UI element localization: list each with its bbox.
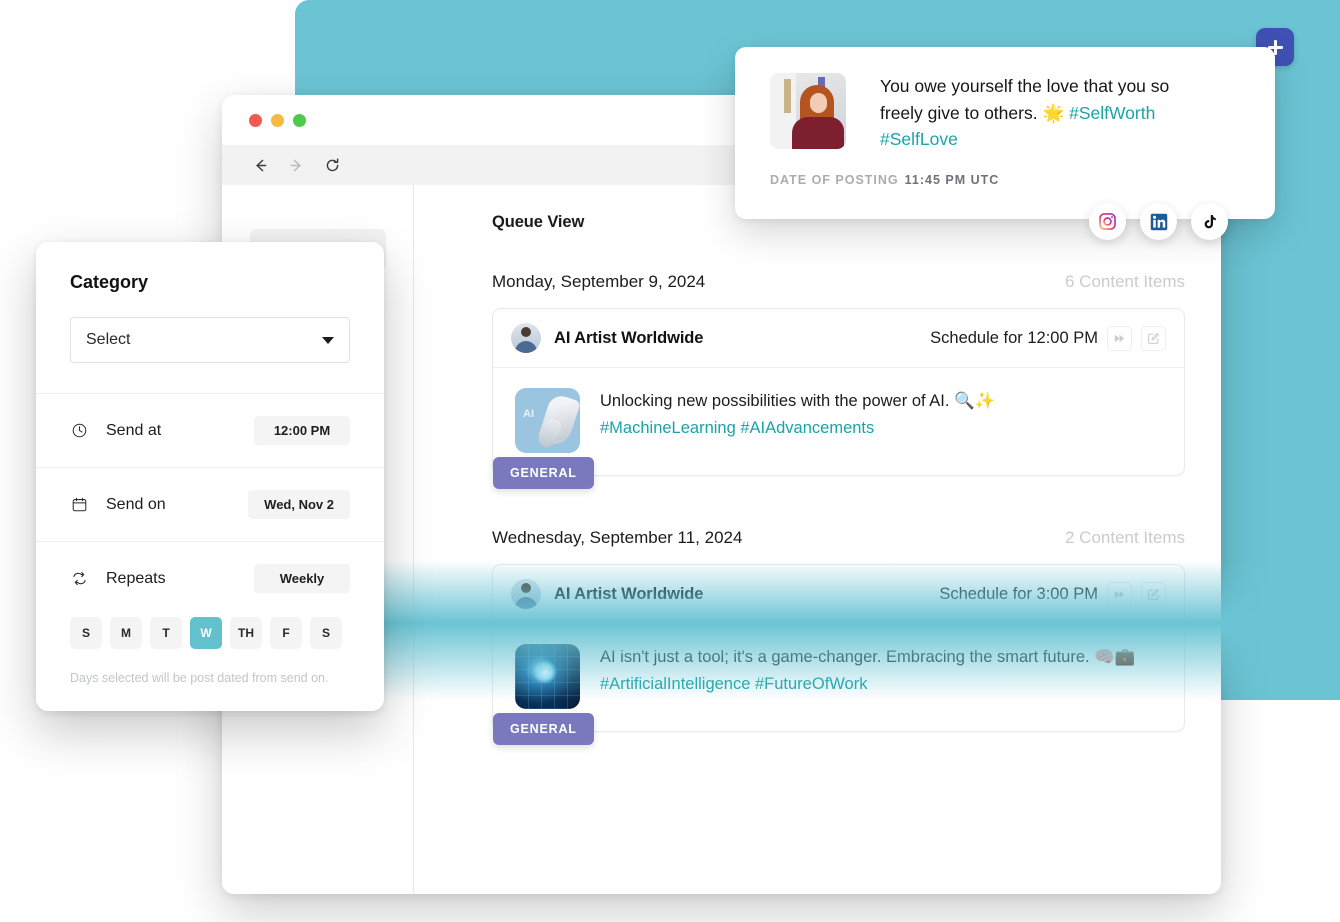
arrow-left-icon [255,159,266,171]
post-hashtags: #ArtificialIntelligence #FutureOfWork [600,674,868,693]
linkedin-button[interactable] [1140,203,1177,240]
post-hashtags: #MachineLearning #AIAdvancements [600,418,875,437]
fast-forward-icon [1114,590,1125,598]
send-on-value[interactable]: Wed, Nov 2 [248,490,350,519]
post-card[interactable]: AI Artist Worldwide Schedule for 3:00 PM [492,564,1185,745]
notification-line-2: freely give to others. 🌟 [880,102,1070,123]
post-body: AI Unlocking new possibilities with the … [493,368,1184,475]
chevron-down-icon [322,336,334,344]
reload-icon [326,157,338,171]
weekday-hint: Days selected will be post dated from se… [70,671,329,685]
back-button[interactable] [250,155,270,175]
repeats-section: Repeats Weekly S M T W TH F S Days selec… [36,542,384,711]
send-at-value[interactable]: 12:00 PM [254,416,350,445]
post-schedule-label: Schedule for 12:00 PM [930,328,1098,347]
notification-meta: DATE OF POSTING 11:45 PM UTC [770,173,1245,187]
category-select-value: Select [86,331,131,348]
post-card[interactable]: AI Artist Worldwide Schedule for 12:00 P… [492,308,1185,489]
fast-forward-icon [1114,334,1125,342]
clock-icon [70,422,88,440]
post-author: AI Artist Worldwide [554,328,704,347]
notification-meta-value: 11:45 PM UTC [904,172,1000,187]
weekday-mon[interactable]: M [110,617,142,649]
status-badge: GENERAL [493,457,594,489]
maximize-window-button[interactable] [293,113,306,127]
tiktok-icon [1204,214,1216,228]
close-window-button[interactable] [249,113,262,127]
weekday-selector: S M T W TH F S [70,617,350,649]
post-schedule-label: Schedule for 3:00 PM [939,584,1098,603]
post-header: AI Artist Worldwide Schedule for 12:00 P… [493,309,1184,368]
skip-button[interactable] [1107,325,1132,351]
edit-square-icon [1148,588,1159,600]
forward-button[interactable] [286,155,306,175]
post-body: AI isn't just a tool; it's a game-change… [493,624,1184,731]
day-header: Monday, September 9, 2024 6 Content Item… [492,272,1185,292]
category-section: Category Select [36,242,384,394]
repeat-icon [70,570,88,588]
post-thumbnail [515,644,580,709]
notification-text: You owe yourself the love that you so fr… [880,73,1169,153]
category-card: Category Select Send at 12:00 PM Send on… [36,242,384,711]
day-date-label: Wednesday, September 11, 2024 [492,528,743,547]
post-thumbnail: AI [515,388,580,453]
post-header: AI Artist Worldwide Schedule for 3:00 PM [493,565,1184,624]
instagram-icon [1099,213,1116,230]
send-at-row: Send at 12:00 PM [36,394,384,468]
queue-view-panel: Queue View Monday, September 9, 2024 6 C… [414,185,1221,894]
weekday-fri[interactable]: F [270,617,302,649]
send-on-label: Send on [106,495,166,513]
category-select[interactable]: Select [70,317,350,363]
notification-line-1: You owe yourself the love that you so [880,76,1170,96]
post-text-main: AI isn't just a tool; it's a game-change… [600,648,1136,666]
tiktok-button[interactable] [1191,203,1228,240]
post-text: Unlocking new possibilities with the pow… [600,388,995,453]
day-count-label: 6 Content Items [1064,272,1185,291]
post-text: AI isn't just a tool; it's a game-change… [600,644,1166,709]
notification-thumbnail [770,73,846,149]
reload-button[interactable] [322,155,342,175]
skip-button[interactable] [1107,581,1132,607]
arrow-right-icon [290,159,301,171]
avatar [511,579,541,609]
send-on-row: Send on Wed, Nov 2 [36,468,384,542]
notification-hashtag-2: #SelfLove [880,129,958,150]
send-at-label: Send at [106,421,162,439]
day-header: Wednesday, September 11, 2024 2 Content … [492,528,1185,548]
notification-hashtag-1: #SelfWorth [1069,102,1156,123]
avatar [511,323,541,353]
traffic-lights [249,113,306,127]
post-author: AI Artist Worldwide [554,584,704,603]
edit-button[interactable] [1141,325,1166,351]
repeats-label: Repeats [106,569,166,587]
status-badge: GENERAL [493,713,594,745]
notification-card: You owe yourself the love that you so fr… [735,47,1275,219]
weekday-wed[interactable]: W [190,617,222,649]
calendar-icon [70,496,88,514]
screenshot-root: Queue View Monday, September 9, 2024 6 C… [0,0,1340,922]
day-date-label: Monday, September 9, 2024 [492,272,706,291]
edit-button[interactable] [1141,581,1166,607]
social-platform-row [1089,203,1228,240]
day-count-label: 2 Content Items [1064,528,1185,547]
instagram-button[interactable] [1089,203,1126,240]
linkedin-icon [1150,213,1167,230]
weekday-sat[interactable]: S [310,617,342,649]
weekday-tue[interactable]: T [150,617,182,649]
notification-meta-label: DATE OF POSTING [770,172,899,187]
weekday-thu[interactable]: TH [230,617,262,649]
post-text-main: Unlocking new possibilities with the pow… [600,392,996,410]
minimize-window-button[interactable] [271,113,284,127]
repeats-value[interactable]: Weekly [254,564,350,593]
weekday-sun[interactable]: S [70,617,102,649]
category-title: Category [70,272,149,292]
edit-square-icon [1148,332,1159,344]
